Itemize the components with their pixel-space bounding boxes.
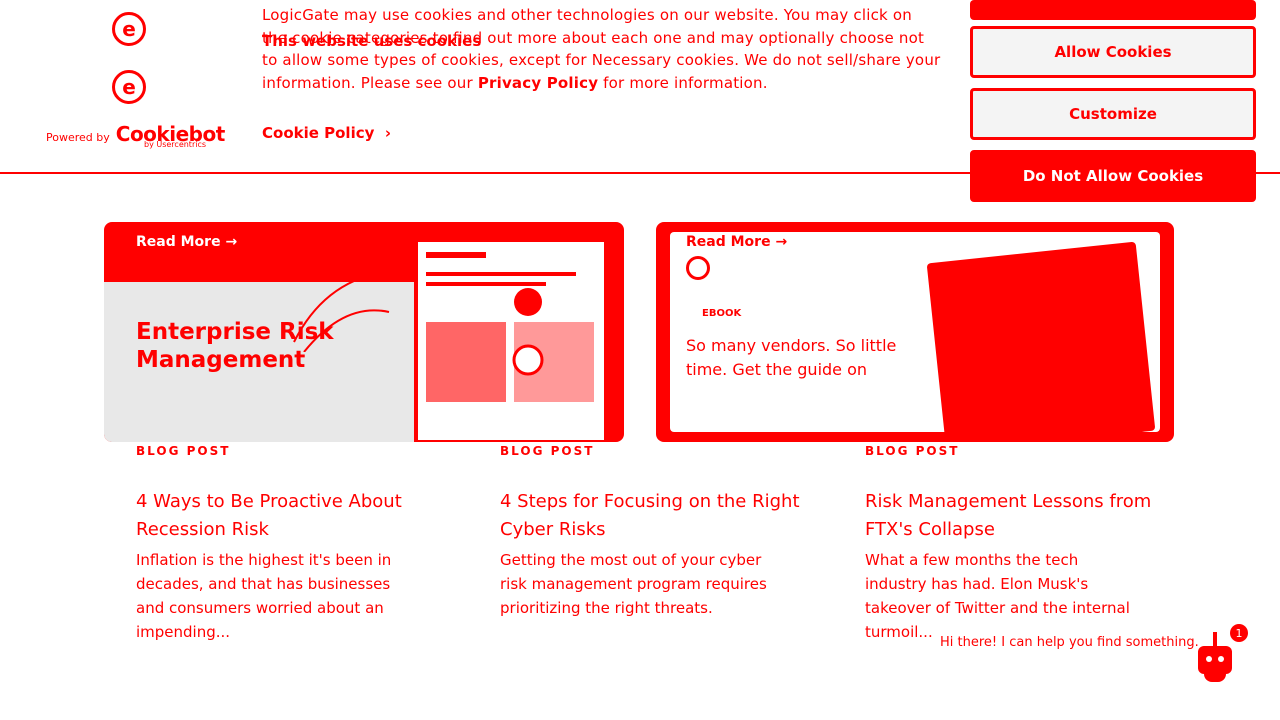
ebook-label: EBOOK: [702, 308, 742, 319]
post-category: BLOG POST: [865, 444, 960, 458]
do-not-allow-cookies-button[interactable]: Do Not Allow Cookies: [970, 150, 1256, 202]
post-category: BLOG POST: [500, 444, 595, 458]
chevron-right-icon: ›: [379, 124, 392, 142]
post-excerpt: Getting the most out of your cyber risk …: [500, 551, 767, 617]
read-more-label: Read More: [136, 234, 221, 250]
blog-post-card[interactable]: BLOG POST 4 Ways to Be Proactive About R…: [136, 444, 472, 644]
post-title[interactable]: Risk Management Lessons from FTX's Colla…: [865, 488, 1165, 544]
robot-eye-icon: [1206, 656, 1212, 662]
featured-card-ebook[interactable]: Read More → EBOOK So many vendors. So li…: [656, 222, 1174, 442]
usercentrics-label: by Usercentrics: [144, 140, 207, 149]
ebook-stack-image: [926, 241, 1156, 442]
read-more-link[interactable]: Read More →: [686, 234, 787, 250]
antenna-icon: [1213, 632, 1217, 646]
arrow-right-icon: →: [225, 234, 238, 250]
powered-by-label: Powered by: [46, 131, 110, 144]
customize-button[interactable]: Customize: [970, 88, 1256, 140]
logicgate-logo-icon: [686, 256, 710, 280]
robot-icon: [1198, 646, 1232, 674]
post-category: BLOG POST: [136, 444, 231, 458]
banner-text: LogicGate may use cookies and other tech…: [262, 4, 942, 94]
post-title[interactable]: 4 Ways to Be Proactive About Recession R…: [136, 488, 436, 544]
post-excerpt: Inflation is the highest it's been in de…: [136, 551, 392, 641]
notification-badge: 1: [1230, 624, 1248, 642]
read-more-label: Read More: [686, 234, 771, 250]
arrow-right-icon: →: [775, 234, 788, 250]
robot-base-icon: [1204, 674, 1226, 682]
privacy-policy-link[interactable]: Privacy Policy: [478, 74, 598, 92]
chatbot-launcher[interactable]: 1: [1190, 624, 1248, 684]
blog-post-card[interactable]: BLOG POST Risk Management Lessons from F…: [865, 444, 1201, 644]
cookie-policy-link[interactable]: Cookie Policy ›: [262, 124, 391, 142]
curved-arrow-icon: [293, 271, 390, 352]
allow-cookies-button[interactable]: Allow Cookies: [970, 26, 1256, 78]
document-preview-image: [416, 240, 606, 442]
post-title[interactable]: 4 Steps for Focusing on the Right Cyber …: [500, 488, 800, 544]
card-text: So many vendors. So little time. Get the…: [686, 336, 897, 379]
logicgate-logo-icon: e: [112, 70, 146, 104]
logicgate-logo-icon: e: [112, 12, 146, 46]
post-excerpt: What a few months the tech industry has …: [865, 551, 1130, 641]
cookie-banner: e e Powered by Cookiebot by Usercentrics…: [0, 0, 1280, 202]
chat-greeting[interactable]: Hi there! I can help you find something.: [940, 634, 1199, 652]
featured-card-erm[interactable]: Read More → Enterprise Risk Management: [104, 222, 624, 442]
read-more-link[interactable]: Read More →: [136, 234, 237, 250]
document-illustration-icon: [426, 252, 594, 402]
robot-eye-icon: [1218, 656, 1224, 662]
banner-text-end: for more information.: [598, 73, 768, 92]
cookie-policy-label: Cookie Policy: [262, 124, 375, 142]
allow-cookies-top-bar[interactable]: [970, 0, 1256, 20]
blog-post-card[interactable]: BLOG POST 4 Steps for Focusing on the Ri…: [500, 444, 836, 620]
